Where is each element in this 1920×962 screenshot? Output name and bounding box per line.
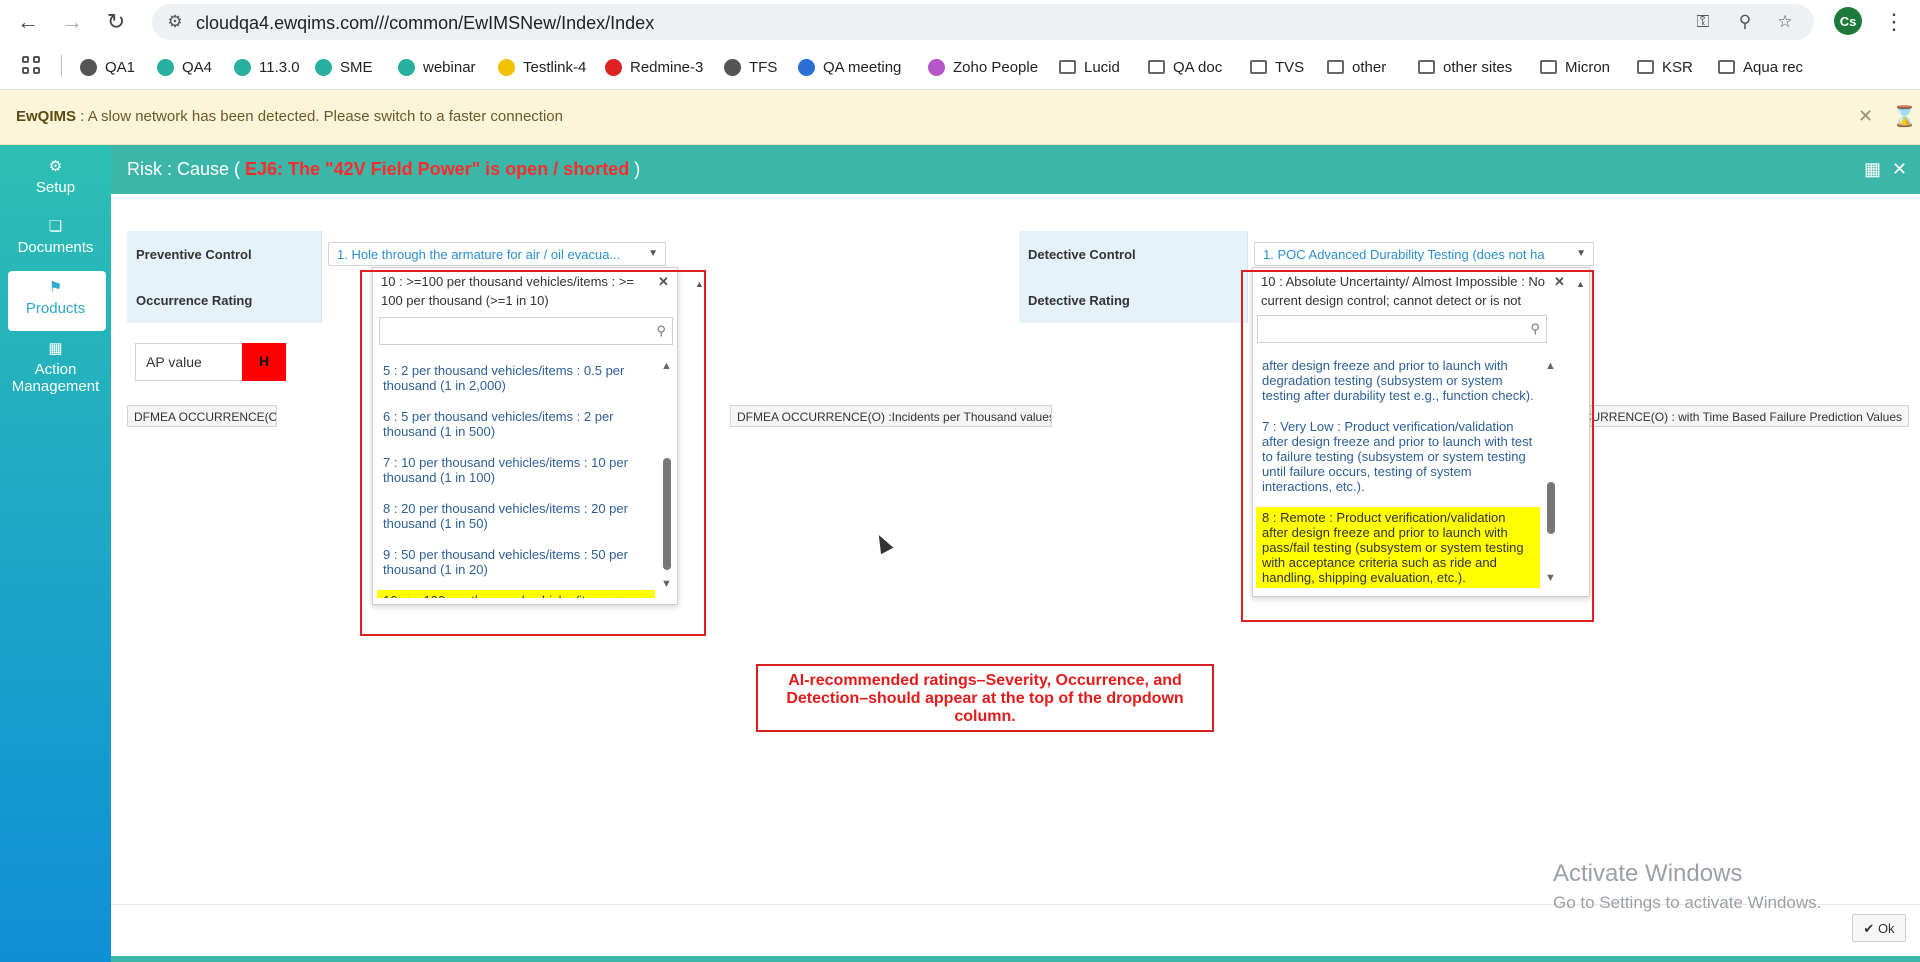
bookmark-item[interactable]: QA1 [80, 56, 135, 78]
bookmark-item[interactable]: Micron [1540, 56, 1610, 78]
key-icon[interactable]: ⚿ [1692, 12, 1714, 34]
browser-toolbar: ← → ↻ ⚙ cloudqa4.ewqims.com///common/EwI… [0, 0, 1920, 44]
tag-incidents-per-thousand[interactable]: DFMEA OCCURRENCE(O) :Incidents per Thous… [730, 405, 1052, 427]
activate-windows-watermark: Activate Windows [1553, 860, 1743, 887]
close-icon[interactable]: ✕ [1892, 159, 1907, 180]
sidebar-item-label: Action Management [11, 361, 100, 395]
apps-grid-icon[interactable] [22, 56, 42, 76]
bookmarks-bar: QA1 QA4 11.3.0 SME webinar Testlink-4 Redmine-… [0, 44, 1920, 90]
slow-network-banner: EwQIMS : A slow network has been detecte… [0, 90, 1920, 145]
address-bar[interactable]: ⚙ cloudqa4.ewqims.com///common/EwIMSNew/… [152, 4, 1814, 40]
bookmark-item[interactable]: Redmine-3 [605, 56, 703, 78]
bookmarks-separator [61, 55, 62, 77]
star-icon[interactable]: ☆ [1774, 12, 1796, 34]
bottom-bar [111, 956, 1920, 962]
banner-message: : A slow network has been detected. Plea… [76, 108, 563, 125]
sidebar-item-action-management[interactable]: ▦ Action Management [0, 339, 111, 395]
detective-rating-label: Detective Rating [1028, 293, 1130, 308]
folder-icon [1418, 60, 1435, 74]
preventive-control-select[interactable]: 1. Hole through the armature for air / o… [328, 242, 666, 266]
ok-button[interactable]: ✔ Ok [1852, 914, 1906, 942]
bookmark-item[interactable]: Testlink-4 [498, 56, 586, 78]
bookmark-favicon-icon [157, 58, 174, 76]
occurrence-rating-label: Occurrence Rating [136, 293, 253, 308]
bookmark-favicon-icon [724, 58, 741, 76]
bookmark-item[interactable]: 11.3.0 [234, 56, 300, 78]
folder-icon [1250, 60, 1267, 74]
bookmark-item[interactable]: Aqua rec [1718, 56, 1803, 78]
annotation-highlight-box [360, 270, 706, 636]
bookmark-item[interactable]: Lucid [1059, 56, 1120, 78]
forward-arrow-icon[interactable]: → [58, 8, 86, 36]
annotation-highlight-box [1241, 270, 1594, 622]
expand-icon[interactable]: ▦ [1864, 159, 1881, 180]
annotation-note: AI-recommended ratings–Severity, Occurre… [756, 664, 1214, 732]
bookmark-item[interactable]: Zoho People [928, 56, 1038, 78]
banner-edge-icon: ⌛ [1892, 106, 1917, 128]
bookmark-favicon-icon [398, 58, 415, 76]
activate-windows-subtext: Go to Settings to activate Windows. [1553, 893, 1822, 912]
bookmark-item[interactable]: TFS [724, 56, 777, 78]
bookmark-item[interactable]: KSR [1637, 56, 1693, 78]
modal-header: Risk : Cause ( EJ6: The "42V Field Power… [111, 145, 1920, 194]
folder-icon [1718, 60, 1735, 74]
bookmark-favicon-icon [234, 58, 251, 76]
banner-brand: EwQIMS [16, 108, 77, 125]
banner-close-icon[interactable]: ✕ [1858, 106, 1873, 127]
back-arrow-icon[interactable]: ← [14, 8, 42, 36]
modal-title: Risk : Cause ( EJ6: The "42V Field Power… [127, 159, 641, 179]
bookmark-item[interactable]: QA doc [1148, 56, 1222, 78]
bookmark-item[interactable]: SME [315, 56, 373, 78]
bookmark-item[interactable]: TVS [1250, 56, 1304, 78]
detective-control-select[interactable]: 1. POC Advanced Durability Testing (does… [1254, 242, 1594, 266]
site-info-icon[interactable]: ⚙ [164, 12, 186, 34]
sidebar-item-products[interactable]: ⚑ Products [0, 278, 111, 317]
sidebar-item-setup[interactable]: ⚙ Setup [0, 157, 111, 196]
sidebar-item-label: Setup [35, 179, 76, 196]
bookmark-favicon-icon [498, 58, 515, 76]
detective-control-label: Detective Control [1028, 247, 1136, 262]
bookmark-favicon-icon [928, 58, 945, 76]
folder-icon [1637, 60, 1654, 74]
ap-value-label: AP value [135, 343, 245, 381]
cause-name: EJ6: The "42V Field Power" is open / sho… [245, 159, 630, 179]
folder-icon [1327, 60, 1344, 74]
sidebar: ⚙ Setup ❏ Documents ⚑ Products ▦ Action … [0, 145, 111, 962]
bookmark-favicon-icon [80, 58, 97, 76]
ap-value-badge: H [242, 343, 286, 381]
products-icon: ⚑ [48, 279, 63, 296]
folder-icon [1059, 60, 1076, 74]
documents-icon: ❏ [48, 218, 63, 235]
tag-dfmea-occurrence[interactable]: DFMEA OCCURRENCE(O) [127, 405, 277, 427]
chevron-down-icon: ▼ [1576, 248, 1586, 259]
url-text: cloudqa4.ewqims.com///common/EwIMSNew/In… [196, 13, 655, 33]
zoom-icon[interactable]: ⚲ [1734, 12, 1756, 34]
bookmark-favicon-icon [798, 58, 815, 76]
bookmark-favicon-icon [315, 58, 332, 76]
bookmark-item[interactable]: webinar [398, 56, 476, 78]
bookmark-item[interactable]: QA meeting [798, 56, 901, 78]
bookmark-item[interactable]: QA4 [157, 56, 212, 78]
bookmark-item[interactable]: other sites [1418, 56, 1512, 78]
bookmark-favicon-icon [605, 58, 622, 76]
tag-time-based-prediction[interactable]: OCCURRENCE(O) : with Time Based Failure … [1547, 405, 1909, 427]
folder-icon [1540, 60, 1557, 74]
gears-icon: ⚙ [48, 158, 63, 175]
menu-kebab-icon[interactable]: ⋮ [1880, 8, 1908, 36]
sidebar-item-documents[interactable]: ❏ Documents [0, 217, 111, 256]
bookmark-item[interactable]: other [1327, 56, 1386, 78]
sidebar-item-label: Products [25, 300, 86, 317]
building-icon: ▦ [48, 340, 63, 357]
folder-icon [1148, 60, 1165, 74]
preventive-control-label: Preventive Control [136, 247, 252, 262]
chevron-down-icon: ▼ [648, 248, 658, 259]
sidebar-item-label: Documents [17, 239, 94, 256]
reload-icon[interactable]: ↻ [102, 8, 130, 36]
avatar[interactable]: Cs [1834, 7, 1862, 35]
